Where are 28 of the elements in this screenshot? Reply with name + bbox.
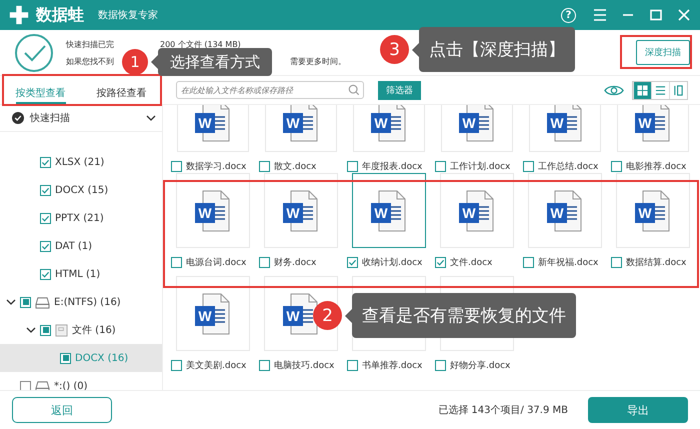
- status-text: 快速扫描已完: [66, 38, 114, 50]
- file-name: 年度报表.docx: [362, 160, 422, 173]
- callout-tooltip: 查看是否有需要恢复的文件: [352, 293, 576, 338]
- file-name: 电脑技巧.docx: [274, 360, 334, 372]
- file-name: 工作总结.docx: [538, 160, 598, 173]
- file-name: 收纳计划.docx: [362, 256, 422, 269]
- app-logo: 数据蛙: [36, 4, 84, 26]
- file-name: 美文美剧.docx: [186, 360, 246, 372]
- selection-summary: 已选择 143个项目/ 37.9 MB: [438, 404, 568, 417]
- callout-tooltip: 点击【深度扫描】: [419, 27, 575, 72]
- file-name: 财务.docx: [274, 256, 316, 269]
- file-name: 数据结算.docx: [626, 256, 686, 269]
- step-badge: 1: [122, 49, 148, 75]
- file-name: 新年祝福.docx: [538, 256, 598, 269]
- file-name: 工作计划.docx: [450, 160, 510, 173]
- hint-text: 如果您找不到: [66, 56, 114, 68]
- hint-text: 需要更多时间。: [290, 56, 346, 68]
- file-name: 好物分享.docx: [450, 360, 510, 372]
- file-name: 文件.docx: [450, 256, 492, 269]
- file-name: 散文.docx: [274, 160, 316, 173]
- file-name: 数据学习.docx: [186, 160, 246, 173]
- file-name: 书单推荐.docx: [362, 360, 422, 372]
- step-badge: 3: [380, 35, 409, 64]
- status-text: 200 个文件 (134 MB): [160, 38, 241, 50]
- step-badge: 2: [313, 301, 342, 330]
- file-name: 电影推荐.docx: [626, 160, 686, 173]
- app-subtitle: 数据恢复专家: [98, 8, 158, 22]
- file-name: 电源台词.docx: [186, 256, 246, 269]
